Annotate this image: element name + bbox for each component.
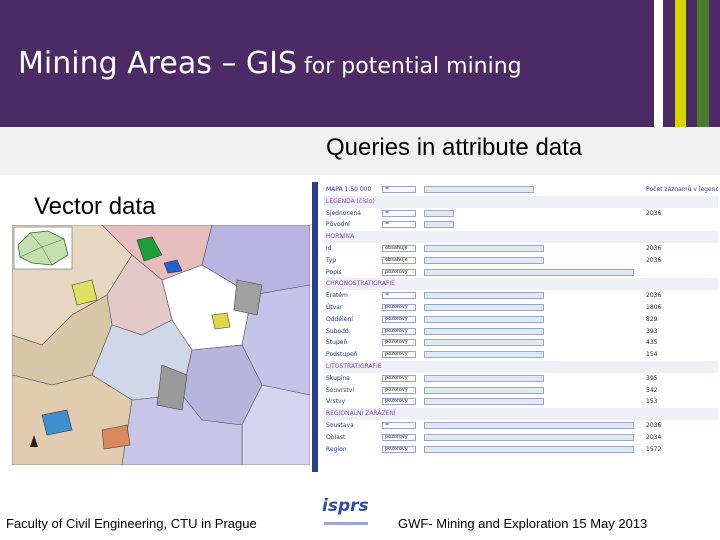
query-operator-select[interactable]: = (382, 186, 416, 193)
query-operator-select[interactable]: pozorovy (382, 433, 416, 441)
header-stripe-white (654, 0, 663, 127)
query-row: Typ obsahuje 2036 (326, 256, 662, 264)
slide-title: Mining Areas – GIS for potential mining (18, 46, 522, 81)
query-value-input[interactable] (424, 398, 544, 406)
isprs-logo-text: isprs (322, 496, 369, 516)
query-operator-select[interactable]: pozorovy (382, 374, 416, 382)
query-operator-select[interactable]: pozorovy (382, 315, 416, 323)
query-value-input[interactable] (424, 374, 544, 382)
query-value-input[interactable] (424, 244, 544, 252)
query-row: Id obsahuje 2036 (326, 244, 662, 252)
query-row: Soustava = 2036 (326, 421, 662, 429)
query-section: LITOSTRATIGRAFIE (324, 360, 718, 373)
query-row: Region pozorovy 1572 (326, 445, 662, 453)
query-value-input[interactable] (424, 327, 544, 335)
query-row: MAPA 1:50 000 = Počet záznamů v legendě (326, 186, 718, 193)
query-operator-select[interactable]: pozorovy (382, 303, 416, 311)
query-operator-select[interactable]: = (382, 421, 416, 429)
query-row: Původní = (324, 219, 718, 231)
query-row: Subodd. pozorovy 393 (326, 327, 658, 335)
query-value-input[interactable] (424, 386, 544, 394)
footer-event: GWF- Mining and Exploration 15 May 2013 (398, 516, 648, 531)
query-operator-select[interactable]: pozorovy (382, 339, 416, 347)
slide-title-rest: for potential mining (297, 54, 522, 79)
query-value-input[interactable] (424, 256, 544, 264)
query-row: Eratém = 2036 (326, 292, 662, 300)
query-value-input[interactable] (424, 433, 634, 441)
query-value-input[interactable] (424, 445, 634, 453)
header-stripe-yellow (675, 0, 686, 127)
query-value-input[interactable] (424, 221, 454, 229)
query-operator-select[interactable]: = (382, 292, 416, 300)
query-value-input[interactable] (424, 268, 634, 276)
query-row: Popis pozorovy (324, 267, 718, 279)
query-value-input[interactable] (424, 339, 544, 347)
query-row: Sjednocená = 2036 (326, 209, 662, 217)
query-row: Útvar pozorovy 1806 (326, 303, 662, 311)
query-value-input[interactable] (424, 351, 544, 359)
query-row: Stupeň pozorovy 435 (326, 339, 658, 347)
query-row: Oddělení pozorovy 829 (326, 315, 658, 323)
subtitle-vector: Vector data (34, 193, 156, 220)
query-operator-select[interactable]: pozorovy (382, 327, 416, 335)
query-value-input[interactable] (424, 186, 534, 193)
isprs-logo: isprs (318, 490, 376, 538)
query-section: HORNINA (324, 231, 718, 243)
subtitle-queries: Queries in attribute data (326, 134, 583, 161)
query-operator-select[interactable]: = (382, 209, 416, 217)
footer-faculty: Faculty of Civil Engineering, CTU in Pra… (6, 516, 257, 531)
query-value-input[interactable] (424, 209, 454, 217)
vector-geology-map (12, 225, 310, 465)
query-value-input[interactable] (424, 421, 634, 429)
attribute-query-panel: MAPA 1:50 000 = Počet záznamů v legendě LE… (312, 182, 718, 472)
query-operator-select[interactable]: pozorovy (382, 445, 416, 453)
query-row: Podstupeň pozorovy 154 (326, 351, 658, 359)
query-operator-select[interactable]: = (382, 221, 416, 229)
query-value-input[interactable] (424, 303, 544, 311)
query-row: Skupina pozorovy 395 (326, 374, 658, 382)
query-operator-select[interactable]: pozorovy (382, 351, 416, 359)
query-operator-select[interactable]: pozorovy (382, 398, 416, 406)
query-section: LEGENDA (číslo) (324, 195, 718, 208)
query-operator-select[interactable]: pozorovy (382, 386, 416, 394)
query-section: CHRONOSTRATIGRAFIE (324, 278, 718, 291)
header-stripe-green (697, 0, 709, 127)
query-row: Souvrství pozorovy 542 (326, 386, 658, 394)
query-row: Oblast pozorovy 2034 (326, 433, 662, 441)
query-operator-select[interactable]: pozorovy (382, 268, 416, 276)
query-operator-select[interactable]: obsahuje (382, 244, 416, 252)
query-value-input[interactable] (424, 315, 544, 323)
slide-title-main: Mining Areas – GIS (18, 46, 298, 81)
isprs-logo-tagline (324, 522, 368, 525)
query-section: REGIONÁLNÍ ZAŘAZENÍ (324, 408, 718, 420)
query-row: Vrstvy pozorovy 153 (326, 398, 658, 406)
query-operator-select[interactable]: obsahuje (382, 256, 416, 264)
query-value-input[interactable] (424, 292, 544, 300)
